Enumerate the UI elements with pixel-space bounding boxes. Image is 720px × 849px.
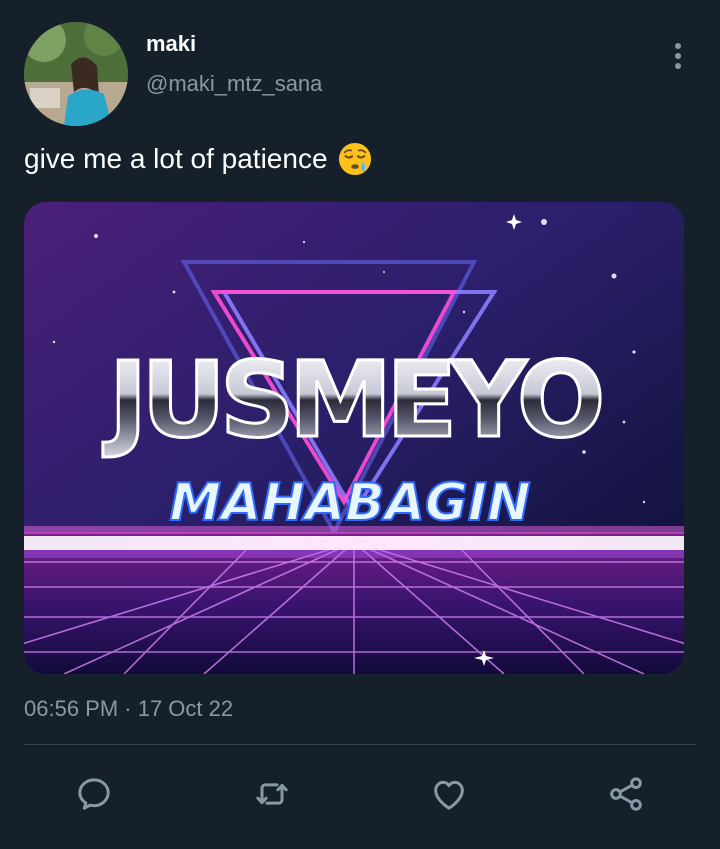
divider [24, 744, 696, 745]
share-icon [610, 777, 642, 811]
reply-icon [78, 778, 110, 810]
avatar[interactable] [24, 22, 128, 126]
share-button[interactable] [602, 770, 650, 818]
display-name[interactable]: maki [146, 31, 196, 57]
avatar-photo [24, 22, 128, 126]
user-handle[interactable]: @maki_mtz_sana [146, 71, 322, 97]
tweet-actions [0, 770, 720, 820]
media-headline: JUSMEYO [103, 339, 601, 461]
media-subline: MAHABAGIN [169, 473, 530, 533]
tweet-text-content: give me a lot of patience [24, 143, 328, 174]
retro-banner-image: JUSMEYO MAHABAGIN [24, 202, 684, 674]
tweet-timestamp[interactable]: 06:56 PM · 17 Oct 22 [24, 696, 233, 722]
tweet-card: maki @maki_mtz_sana give me a lot of pat… [0, 0, 720, 849]
heart-icon [434, 780, 464, 810]
retweet-button[interactable] [248, 770, 296, 818]
reply-button[interactable] [70, 770, 118, 818]
like-button[interactable] [425, 770, 473, 818]
tweet-media-image[interactable]: JUSMEYO MAHABAGIN [24, 202, 684, 674]
tweet-text: give me a lot of patience [24, 140, 372, 178]
retweet-icon [256, 783, 288, 805]
more-options-button[interactable] [662, 40, 694, 72]
vertical-ellipsis-icon [675, 43, 681, 49]
sleepy-face-icon [338, 142, 371, 176]
